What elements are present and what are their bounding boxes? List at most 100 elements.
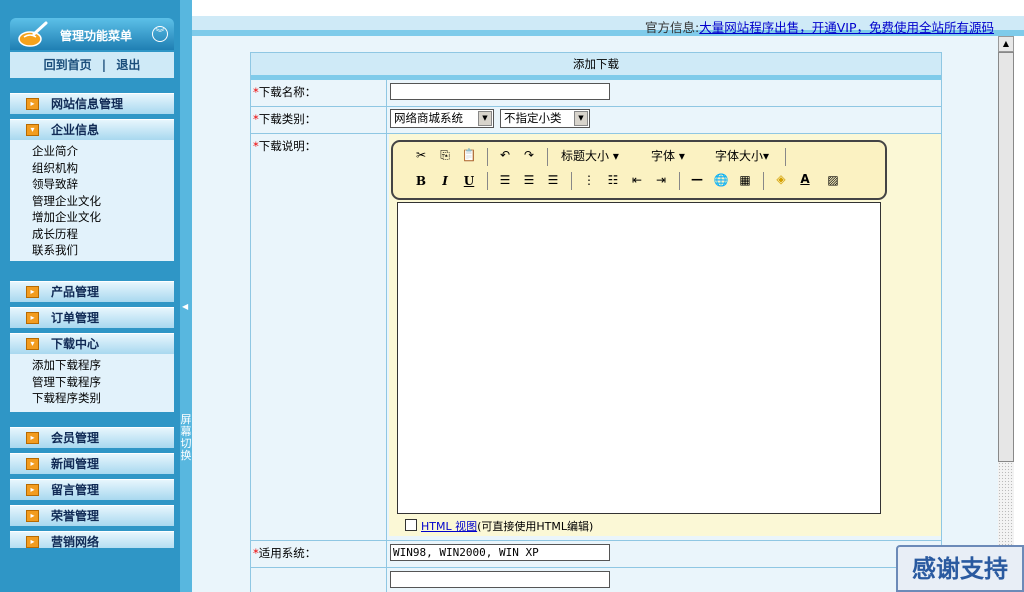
menu-header[interactable]: ▸ 会员管理 xyxy=(10,427,174,448)
menu-header-label: 荣誉管理 xyxy=(51,509,100,523)
submenu-item[interactable]: 联系我们 xyxy=(32,242,174,259)
official-info-link[interactable]: 大量网站程序出售，开通VIP，免费使用全站所有源码 xyxy=(699,20,994,35)
align-right-icon[interactable]: ☰ xyxy=(545,173,561,189)
submenu-item[interactable]: 领导致辞 xyxy=(32,176,174,193)
align-center-icon[interactable]: ☰ xyxy=(521,173,537,189)
outdent-icon[interactable]: ⇤ xyxy=(629,173,645,189)
submenu-item[interactable]: 成长历程 xyxy=(32,226,174,243)
insert-image-icon[interactable]: ▨ xyxy=(825,173,841,189)
table-icon[interactable]: ▦ xyxy=(737,173,753,189)
collapse-icon[interactable]: ︾ xyxy=(152,26,168,42)
heading-size-dropdown[interactable]: 标题大小 ▾ xyxy=(561,149,619,163)
home-link[interactable]: 回到首页 xyxy=(44,58,92,72)
bold-button[interactable]: B xyxy=(413,174,429,190)
redo-icon[interactable]: ↷ xyxy=(521,148,537,164)
menu-header[interactable]: ▸ 订单管理 xyxy=(10,307,174,328)
menu-header[interactable]: ▸ 新闻管理 xyxy=(10,453,174,474)
download-category-label: 下载类别： xyxy=(258,112,317,126)
menu-header-label: 营销网络 xyxy=(51,535,100,548)
link-separator: | xyxy=(101,58,107,72)
collapse-group-icon: ▾ xyxy=(26,338,39,350)
menu-group-honors: ▸ 荣誉管理 xyxy=(10,505,174,526)
row-download-category: *下载类别： 网络商城系统 ▼ 不指定小类 ▼ xyxy=(251,107,941,134)
download-name-input[interactable] xyxy=(390,83,610,100)
menu-group-messages: ▸ 留言管理 xyxy=(10,479,174,500)
cut-icon[interactable]: ✂ xyxy=(413,148,429,164)
submenu-item[interactable]: 增加企业文化 xyxy=(32,209,174,226)
submenu-item[interactable]: 添加下载程序 xyxy=(32,357,174,374)
thanks-badge[interactable]: 感谢支持 xyxy=(896,545,1024,592)
html-view-label[interactable]: HTML 视图 xyxy=(421,520,477,533)
toolbar-separator xyxy=(763,172,764,190)
submenu: 企业简介 组织机构 领导致辞 管理企业文化 增加企业文化 成长历程 联系我们 xyxy=(10,140,174,261)
menu-header-label: 订单管理 xyxy=(51,311,100,325)
menu-header[interactable]: ▸ 留言管理 xyxy=(10,479,174,500)
text-color-icon[interactable]: A xyxy=(797,172,813,188)
menu-header[interactable]: ▸ 营销网络 xyxy=(10,531,174,548)
underline-button[interactable]: U xyxy=(461,174,477,190)
font-dropdown[interactable]: 字体 ▾ xyxy=(651,149,685,163)
html-view-toggle[interactable]: HTML 视图(可直接使用HTML编辑) xyxy=(405,518,593,534)
screen-toggle-label[interactable]: 屏幕切换 xyxy=(180,414,192,462)
font-label: 字体 xyxy=(651,149,676,163)
logout-link[interactable]: 退出 xyxy=(116,58,140,72)
menu-header[interactable]: ▸ 荣誉管理 xyxy=(10,505,174,526)
background-color-icon[interactable]: ◈ xyxy=(773,172,789,188)
submenu-item[interactable]: 企业简介 xyxy=(32,143,174,160)
applicable-system-label: 适用系统： xyxy=(258,546,317,560)
submenu-item[interactable]: 管理下载程序 xyxy=(32,374,174,391)
scroll-thumb[interactable] xyxy=(998,52,1014,462)
field-value: ✂ ⎘ 📋 ↶ ↷ 标题大小 ▾ 字体 ▾ 字体大小▾ B I U ☰ ☰ ☰ … xyxy=(389,134,941,540)
toolbar-separator xyxy=(487,148,488,166)
next-input[interactable] xyxy=(390,571,610,588)
copy-icon[interactable]: ⎘ xyxy=(437,148,453,164)
submenu-item[interactable]: 组织机构 xyxy=(32,160,174,177)
ordered-list-icon[interactable]: ⋮ xyxy=(581,173,597,189)
menu-header-label: 新闻管理 xyxy=(51,457,100,471)
logo-icon xyxy=(18,21,48,47)
menu-header-label: 企业信息 xyxy=(51,123,100,137)
menu-header[interactable]: ▾ 企业信息 xyxy=(10,119,174,140)
submenu-item[interactable]: 下载程序类别 xyxy=(32,390,174,407)
download-desc-label: 下载说明： xyxy=(258,139,317,153)
paste-icon[interactable]: 📋 xyxy=(461,148,477,164)
subcategory-select-value: 不指定小类 xyxy=(504,111,562,125)
menu-header-label: 产品管理 xyxy=(51,285,100,299)
main-content: 添加下载 *下载名称： *下载类别： 网络商城系统 ▼ 不指定小类 ▼ *下载说明：… xyxy=(192,36,998,592)
indent-icon[interactable]: ⇥ xyxy=(653,173,669,189)
expand-icon: ▸ xyxy=(26,536,39,548)
field-label: *下载说明： xyxy=(251,134,387,540)
link-icon[interactable]: 🌐 xyxy=(713,173,729,189)
toolbar-separator xyxy=(487,172,488,190)
italic-button[interactable]: I xyxy=(437,174,453,190)
subcategory-select[interactable]: 不指定小类 ▼ xyxy=(500,109,590,128)
submenu-item[interactable]: 管理企业文化 xyxy=(32,193,174,210)
menu-group-products: ▸ 产品管理 xyxy=(10,281,174,302)
collapse-arrow-icon[interactable]: ◀ xyxy=(182,302,188,311)
frame-splitter[interactable]: ◀ 屏幕切换 xyxy=(180,0,192,592)
align-left-icon[interactable]: ☰ xyxy=(497,173,513,189)
menu-header-label: 下载中心 xyxy=(51,337,100,351)
official-info-prefix: 官方信息: xyxy=(645,20,700,35)
menu-header[interactable]: ▸ 网站信息管理 xyxy=(10,93,174,114)
menu-header[interactable]: ▸ 产品管理 xyxy=(10,281,174,302)
menu-header[interactable]: ▾ 下载中心 xyxy=(10,333,174,354)
undo-icon[interactable]: ↶ xyxy=(497,148,513,164)
category-select[interactable]: 网络商城系统 ▼ xyxy=(390,109,494,128)
html-view-checkbox[interactable] xyxy=(405,519,417,531)
font-size-dropdown[interactable]: 字体大小▾ xyxy=(715,149,769,163)
rich-text-editor: ✂ ⎘ 📋 ↶ ↷ 标题大小 ▾ 字体 ▾ 字体大小▾ B I U ☰ ☰ ☰ … xyxy=(389,134,941,536)
menu-group-downloads: ▾ 下载中心 添加下载程序 管理下载程序 下载程序类别 xyxy=(10,333,174,412)
editor-content-area[interactable] xyxy=(397,202,881,514)
scroll-up-icon[interactable]: ▲ xyxy=(998,36,1014,52)
toolbar-separator xyxy=(679,172,680,190)
row-next xyxy=(251,568,941,592)
sidebar-footer xyxy=(10,550,174,576)
menu-group-news: ▸ 新闻管理 xyxy=(10,453,174,474)
menu-group-orders: ▸ 订单管理 xyxy=(10,307,174,328)
applicable-system-input[interactable]: WIN98, WIN2000, WIN XP xyxy=(390,544,610,561)
horizontal-rule-icon[interactable]: — xyxy=(689,172,705,188)
editor-toolbar: ✂ ⎘ 📋 ↶ ↷ 标题大小 ▾ 字体 ▾ 字体大小▾ B I U ☰ ☰ ☰ … xyxy=(391,140,887,200)
vertical-scrollbar[interactable]: ▲ xyxy=(998,36,1014,592)
unordered-list-icon[interactable]: ☷ xyxy=(605,173,621,189)
